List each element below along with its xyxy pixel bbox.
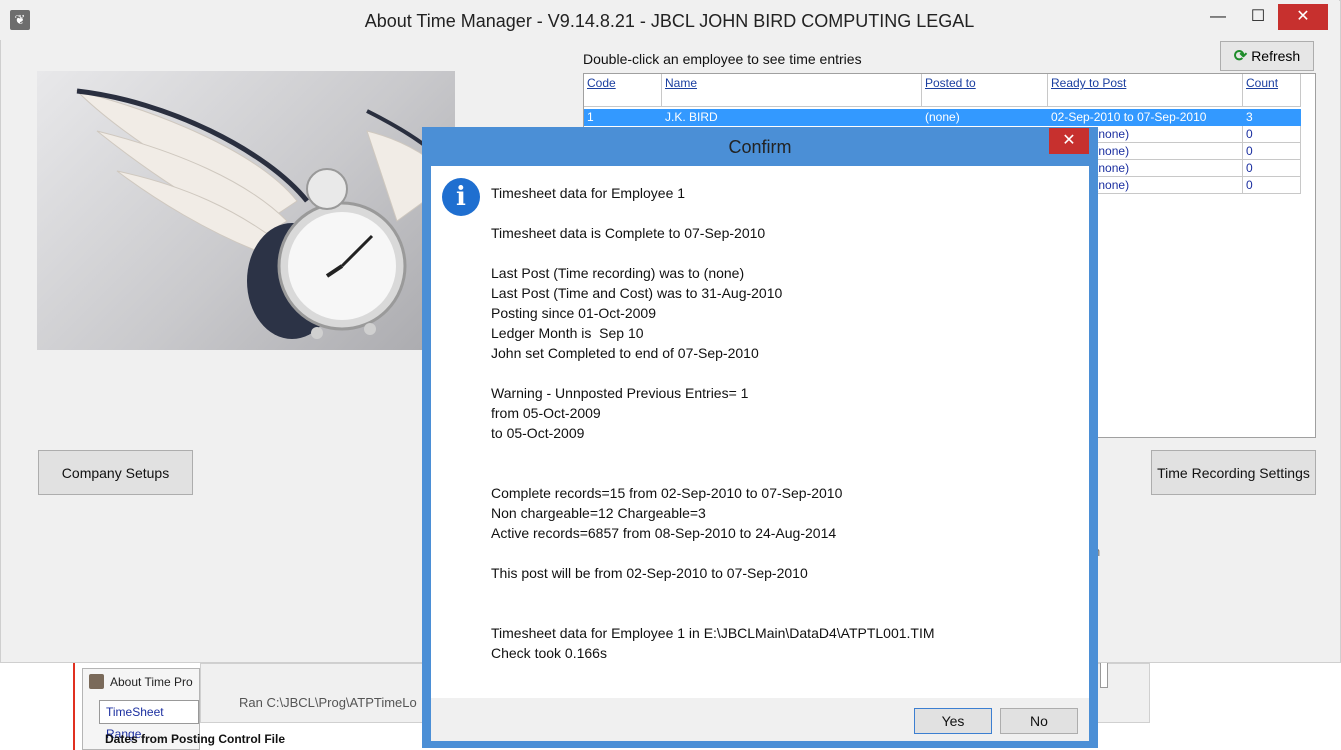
column-header-ready-to-post[interactable]: Ready to Post	[1048, 74, 1243, 107]
message-line	[491, 443, 1071, 463]
column-header-name[interactable]: Name	[662, 74, 922, 107]
company-setups-button[interactable]: Company Setups	[38, 450, 193, 495]
message-line: Active records=6857 from 08-Sep-2010 to …	[491, 525, 837, 541]
message-line: Warning - Unnposted Previous Entries= 1	[491, 385, 749, 401]
message-line	[491, 603, 1071, 623]
message-line: Timesheet data is Complete to 07-Sep-201…	[491, 225, 766, 241]
message-line	[491, 363, 1071, 383]
cell-ready-to-post: 02-Sep-2010 to 07-Sep-2010	[1048, 109, 1243, 126]
dialog-title: Confirm	[728, 137, 792, 157]
refresh-icon: ⟳	[1233, 48, 1248, 65]
ran-status-text: Ran C:\JBCL\Prog\ATPTimeLo	[239, 695, 417, 710]
cell-name: J.K. BIRD	[662, 109, 922, 126]
flying-clock-image	[37, 71, 455, 350]
refresh-label: Refresh	[1251, 48, 1301, 64]
cell-count: 0	[1243, 160, 1301, 177]
employee-hint: Double-click an employee to see time ent…	[583, 51, 862, 67]
message-line: Non chargeable=12 Chargeable=3	[491, 505, 706, 521]
flying-clock-illustration	[75, 88, 454, 339]
message-line	[491, 203, 1071, 223]
cell-count: 0	[1243, 177, 1301, 194]
message-line	[491, 583, 1071, 603]
message-line: Ledger Month is Sep 10	[491, 325, 644, 341]
cell-count: 0	[1243, 143, 1301, 160]
cell-count: 3	[1243, 109, 1301, 126]
table-row[interactable]: 1 J.K. BIRD (none) 02-Sep-2010 to 07-Sep…	[584, 109, 1301, 126]
column-header-code[interactable]: Code	[584, 74, 662, 107]
dialog-close-button[interactable]: ✕	[1049, 128, 1089, 154]
message-line: Timesheet data for Employee 1 in E:\JBCL…	[491, 625, 935, 641]
message-line: Last Post (Time recording) was to (none)	[491, 265, 745, 281]
background-window-title: About Time Pro	[110, 675, 193, 689]
message-line: Complete records=15 from 02-Sep-2010 to …	[491, 485, 843, 501]
dialog-message: Timesheet data for Employee 1 Timesheet …	[491, 183, 1071, 663]
message-line: Timesheet data for Employee 1	[491, 185, 686, 201]
message-line: Check took 0.166s	[491, 645, 607, 661]
yes-button[interactable]: Yes	[914, 708, 992, 734]
close-button[interactable]: ✕	[1278, 4, 1328, 30]
message-line	[491, 463, 1071, 483]
maximize-button[interactable]: ☐	[1238, 4, 1278, 30]
window-title: About Time Manager - V9.14.8.21 - JBCL J…	[364, 11, 975, 31]
cell-count: 0	[1243, 126, 1301, 143]
message-line: John set Completed to end of 07-Sep-2010	[491, 345, 759, 361]
time-recording-settings-button[interactable]: Time Recording Settings	[1151, 450, 1316, 495]
tab-timesheet-range[interactable]: TimeSheet Range	[99, 700, 199, 741]
column-header-posted-to[interactable]: Posted to	[922, 74, 1048, 107]
app-icon	[89, 674, 104, 689]
grid-header: Code Name Posted to Ready to Post Count	[584, 74, 1301, 107]
message-line: to 05-Oct-2009	[491, 425, 585, 441]
message-line	[491, 543, 1071, 563]
cell-code: 1	[584, 109, 662, 126]
message-line: This post will be from 02-Sep-2010 to 07…	[491, 565, 808, 581]
dates-label: Dates from Posting Control File	[105, 732, 286, 746]
message-line: Last Post (Time and Cost) was to 31-Aug-…	[491, 285, 783, 301]
cell-posted-to: (none)	[922, 109, 1048, 126]
column-header-count[interactable]: Count	[1243, 74, 1301, 107]
info-icon: i	[442, 178, 480, 216]
window-edge	[73, 663, 75, 750]
minimize-button[interactable]: —	[1198, 4, 1238, 30]
background-field	[1100, 663, 1108, 688]
message-line: Posting since 01-Oct-2009	[491, 305, 656, 321]
message-line: from 05-Oct-2009	[491, 405, 601, 421]
refresh-button[interactable]: ⟳ Refresh	[1220, 41, 1314, 71]
no-button[interactable]: No	[1000, 708, 1078, 734]
message-line	[491, 243, 1071, 263]
